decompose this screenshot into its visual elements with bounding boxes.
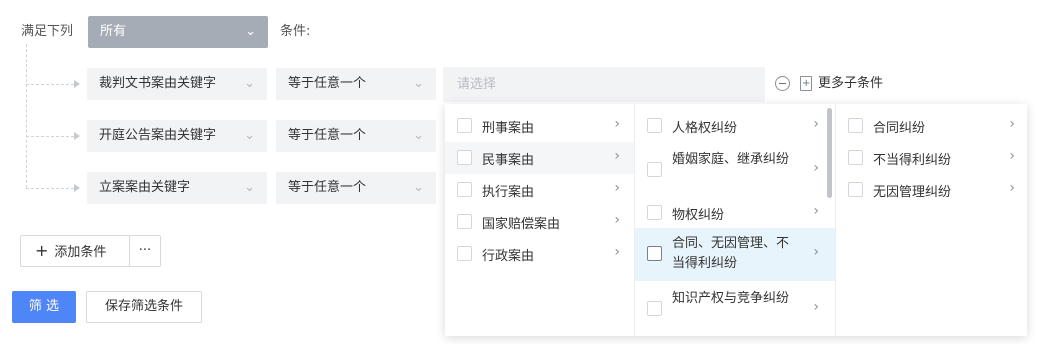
operator-select[interactable]: 等于任意一个 ⌄ <box>276 120 436 152</box>
chevron-right-icon: › <box>813 299 819 315</box>
more-conditions-link[interactable]: 更多子条件 <box>818 74 883 94</box>
scope-select-value: 所有 <box>100 24 127 39</box>
chevron-right-icon: › <box>813 203 819 219</box>
scrollbar[interactable] <box>827 108 832 198</box>
field-select[interactable]: 开庭公告案由关键字 ⌄ <box>87 120 267 152</box>
tree-branch <box>26 188 74 189</box>
chevron-right-icon: › <box>1009 180 1015 196</box>
chevron-down-icon: ⌄ <box>245 24 256 39</box>
checkbox[interactable] <box>647 205 662 220</box>
option-label: 人格权纠纷 <box>672 121 738 136</box>
cascader-column-level3: 合同纠纷 › 不当得利纠纷 › 无因管理纠纷 › <box>836 104 1027 336</box>
cascader-column-level1: 刑事案由 › 民事案由 › 执行案由 › 国家赔偿案由 › 行政案由 › <box>445 104 635 336</box>
add-condition-label: 添加条件 <box>54 245 107 260</box>
operator-select[interactable]: 等于任意一个 ⌄ <box>276 172 436 204</box>
field-select-value: 裁判文书案由关键字 <box>99 76 217 91</box>
chevron-right-icon: › <box>1009 148 1015 164</box>
cascader-input[interactable]: 请选择 <box>443 67 765 102</box>
cascader-option[interactable]: 执行案由 › <box>445 174 634 206</box>
option-label: 民事案由 <box>482 153 535 168</box>
chevron-right-icon: › <box>614 180 620 196</box>
branch-arrow-icon <box>74 184 80 192</box>
option-label: 执行案由 <box>482 185 535 200</box>
cascader-panel: 刑事案由 › 民事案由 › 执行案由 › 国家赔偿案由 › 行政案由 › 人格权… <box>445 104 1027 336</box>
tree-branch <box>26 84 74 85</box>
chevron-down-icon: ⌄ <box>413 180 424 195</box>
add-condition-button[interactable]: + 添加条件 <box>20 235 130 267</box>
plus-icon: + <box>35 241 49 260</box>
save-filter-button[interactable]: 保存筛选条件 <box>86 291 202 323</box>
chevron-down-icon: ⌄ <box>413 76 424 91</box>
checkbox[interactable] <box>457 246 472 261</box>
option-label: 不当得利纠纷 <box>873 153 952 168</box>
cascader-option[interactable]: 民事案由 › <box>445 142 634 174</box>
chevron-down-icon: ⌄ <box>244 180 255 195</box>
cascader-option[interactable]: 知识产权与竞争纠纷 › <box>635 285 835 333</box>
checkbox[interactable] <box>647 162 662 177</box>
option-label: 合同纠纷 <box>873 121 926 136</box>
cascader-option[interactable]: 无因管理纠纷 › <box>836 174 1027 206</box>
chevron-right-icon: › <box>614 116 620 132</box>
option-label: 无因管理纠纷 <box>873 185 952 200</box>
cascader-option-active[interactable]: 合同、无因管理、不当得利纠纷 › <box>635 228 835 281</box>
cascader-option[interactable]: 合同纠纷 › <box>836 110 1027 142</box>
checkbox[interactable] <box>848 150 863 165</box>
chevron-right-icon: › <box>1009 116 1015 132</box>
cascader-option[interactable]: 不当得利纠纷 › <box>836 142 1027 174</box>
branch-arrow-icon <box>74 132 80 140</box>
chevron-down-icon: ⌄ <box>413 128 424 143</box>
chevron-down-icon: ⌄ <box>244 128 255 143</box>
field-select-value: 开庭公告案由关键字 <box>99 128 217 143</box>
cascader-option[interactable]: 婚姻家庭、继承纠纷 › <box>635 142 835 198</box>
checkbox[interactable] <box>457 182 472 197</box>
cascader-option[interactable]: 国家赔偿案由 › <box>445 206 634 238</box>
minus-circle-icon[interactable] <box>775 76 790 91</box>
option-label: 国家赔偿案由 <box>482 217 561 232</box>
chevron-right-icon: › <box>813 160 819 176</box>
tree-branch <box>26 136 74 137</box>
chevron-right-icon: › <box>614 148 620 164</box>
field-select[interactable]: 裁判文书案由关键字 ⌄ <box>87 68 267 100</box>
checkbox[interactable] <box>457 118 472 133</box>
operator-select-value: 等于任意一个 <box>288 128 367 143</box>
tree-connector <box>26 44 27 188</box>
option-label: 知识产权与竞争纠纷 <box>672 291 790 306</box>
filter-button[interactable]: 筛 选 <box>12 291 76 323</box>
field-select[interactable]: 立案案由关键字 ⌄ <box>87 172 267 204</box>
operator-select[interactable]: 等于任意一个 ⌄ <box>276 68 436 100</box>
checkbox[interactable] <box>848 182 863 197</box>
more-icon: ··· <box>138 243 152 258</box>
cascader-option[interactable]: 人格权纠纷 › <box>635 110 835 142</box>
chevron-right-icon: › <box>614 212 620 228</box>
cascader-option[interactable]: 行政案由 › <box>445 238 634 270</box>
cascader-column-level2: 人格权纠纷 › 婚姻家庭、继承纠纷 › 物权纠纷 › 合同、无因管理、不当得利纠… <box>635 104 836 336</box>
chevron-right-icon: › <box>813 244 819 260</box>
chevron-down-icon: ⌄ <box>244 76 255 91</box>
satisfy-label: 满足下列 <box>21 24 74 39</box>
scope-select[interactable]: 所有 ⌄ <box>88 16 268 48</box>
checkbox[interactable] <box>647 301 662 316</box>
checkbox[interactable] <box>647 246 662 261</box>
option-label: 物权纠纷 <box>672 208 725 223</box>
option-label: 行政案由 <box>482 249 535 264</box>
chevron-right-icon: › <box>614 244 620 260</box>
field-select-value: 立案案由关键字 <box>99 180 191 195</box>
operator-select-value: 等于任意一个 <box>288 76 367 91</box>
checkbox[interactable] <box>848 118 863 133</box>
chevron-right-icon: › <box>813 116 819 132</box>
option-label: 婚姻家庭、继承纠纷 <box>672 152 790 167</box>
checkbox[interactable] <box>457 150 472 165</box>
add-document-icon[interactable]: + <box>800 76 812 91</box>
operator-select-value: 等于任意一个 <box>288 180 367 195</box>
checkbox[interactable] <box>647 118 662 133</box>
branch-arrow-icon <box>74 80 80 88</box>
option-label: 刑事案由 <box>482 121 535 136</box>
checkbox[interactable] <box>457 214 472 229</box>
cascader-option[interactable]: 刑事案由 › <box>445 110 634 142</box>
more-options-button[interactable]: ··· <box>129 235 161 267</box>
condition-label: 条件: <box>280 24 311 39</box>
option-label: 合同、无因管理、不当得利纠纷 <box>672 236 790 271</box>
cascader-option[interactable]: 物权纠纷 › <box>635 198 835 228</box>
